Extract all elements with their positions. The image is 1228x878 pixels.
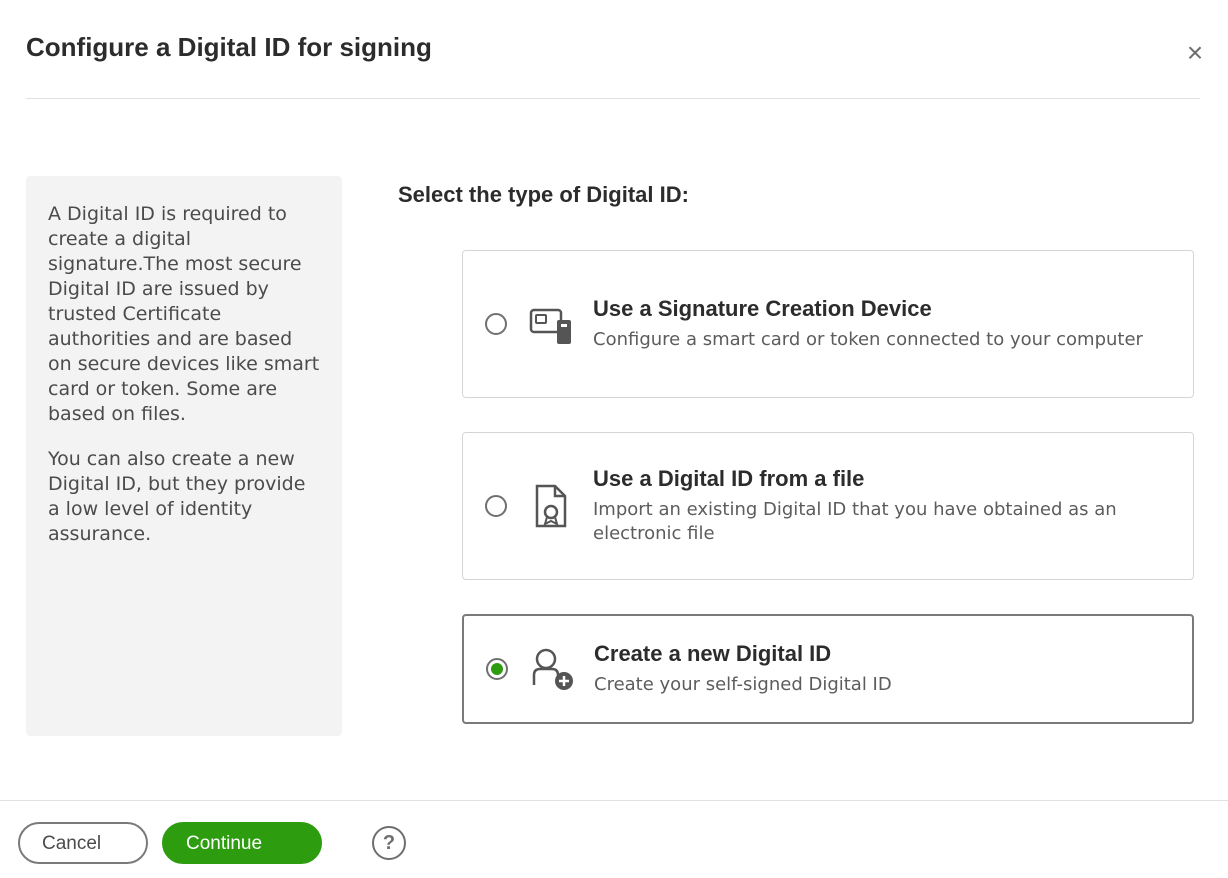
file-certificate-icon bbox=[527, 482, 575, 530]
select-type-label: Select the type of Digital ID: bbox=[398, 182, 689, 207]
info-panel: A Digital ID is required to create a dig… bbox=[26, 176, 342, 736]
footer-divider bbox=[0, 800, 1228, 801]
continue-button[interactable]: Continue bbox=[162, 822, 322, 864]
close-icon[interactable]: × bbox=[1182, 39, 1208, 67]
radio-create-new-digital-id[interactable] bbox=[486, 658, 508, 680]
radio-signature-creation-device[interactable] bbox=[485, 313, 507, 335]
option-description: Import an existing Digital ID that you h… bbox=[593, 499, 1117, 544]
dialog-title: Configure a Digital ID for signing bbox=[26, 32, 432, 62]
option-signature-creation-device[interactable]: Use a Signature Creation Device Configur… bbox=[462, 250, 1194, 398]
radio-digital-id-file[interactable] bbox=[485, 495, 507, 517]
option-title: Create a new Digital ID bbox=[594, 641, 832, 666]
option-description: Configure a smart card or token connecte… bbox=[593, 329, 1143, 350]
info-text-primary: A Digital ID is required to create a dig… bbox=[48, 203, 320, 425]
smart-card-icon bbox=[527, 300, 575, 348]
option-digital-id-file[interactable]: Use a Digital ID from a file Import an e… bbox=[462, 432, 1194, 580]
option-title: Use a Digital ID from a file bbox=[593, 466, 865, 491]
option-create-new-digital-id[interactable]: Create a new Digital ID Create your self… bbox=[462, 614, 1194, 724]
option-description: Create your self-signed Digital ID bbox=[594, 674, 892, 695]
help-icon[interactable]: ? bbox=[372, 826, 406, 860]
dialog-footer: Cancel Continue ? bbox=[0, 800, 1228, 878]
info-text-secondary: You can also create a new Digital ID, bu… bbox=[48, 448, 306, 545]
new-id-icon bbox=[528, 645, 576, 693]
cancel-button[interactable]: Cancel bbox=[18, 822, 148, 864]
header-divider bbox=[26, 98, 1200, 99]
option-title: Use a Signature Creation Device bbox=[593, 296, 932, 321]
configure-digital-id-dialog: Configure a Digital ID for signing × A D… bbox=[0, 0, 1228, 878]
